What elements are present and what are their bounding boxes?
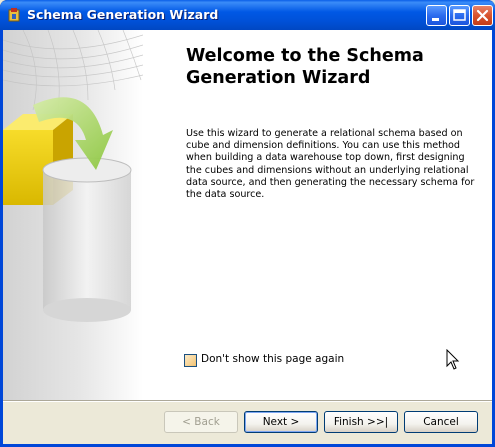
dont-show-again-checkbox[interactable] [184, 354, 197, 367]
minimize-button[interactable] [426, 5, 447, 26]
maximize-button[interactable] [449, 5, 470, 26]
next-button[interactable]: Next > [244, 411, 318, 433]
wizard-window: Schema Generation Wizard Welcome to the … [0, 0, 495, 447]
footer-separator [3, 400, 492, 402]
minimize-icon [432, 18, 439, 21]
cancel-button[interactable]: Cancel [404, 411, 478, 433]
window-title: Schema Generation Wizard [27, 7, 219, 22]
finish-button[interactable]: Finish >>| [324, 411, 398, 433]
page-title: Welcome to the Schema Generation Wizard [186, 45, 476, 89]
wizard-banner-art [2, 29, 144, 400]
mouse-pointer-icon [446, 349, 460, 370]
page-title-line2: Generation Wizard [186, 68, 371, 88]
schema-generation-graphic [2, 29, 144, 322]
maximize-icon [453, 9, 466, 21]
back-button[interactable]: < Back [164, 411, 238, 433]
wizard-app-icon [8, 8, 20, 22]
wizard-description: Use this wizard to generate a relational… [186, 128, 475, 201]
welcome-panel: Welcome to the Schema Generation Wizard … [2, 29, 492, 400]
page-title-line1: Welcome to the Schema [186, 46, 424, 66]
dont-show-again-label[interactable]: Don't show this page again [201, 353, 344, 365]
close-icon [476, 9, 489, 22]
close-button[interactable] [472, 5, 493, 26]
title-bar[interactable]: Schema Generation Wizard [0, 0, 495, 30]
dialog-client-area: Welcome to the Schema Generation Wizard … [2, 29, 492, 444]
